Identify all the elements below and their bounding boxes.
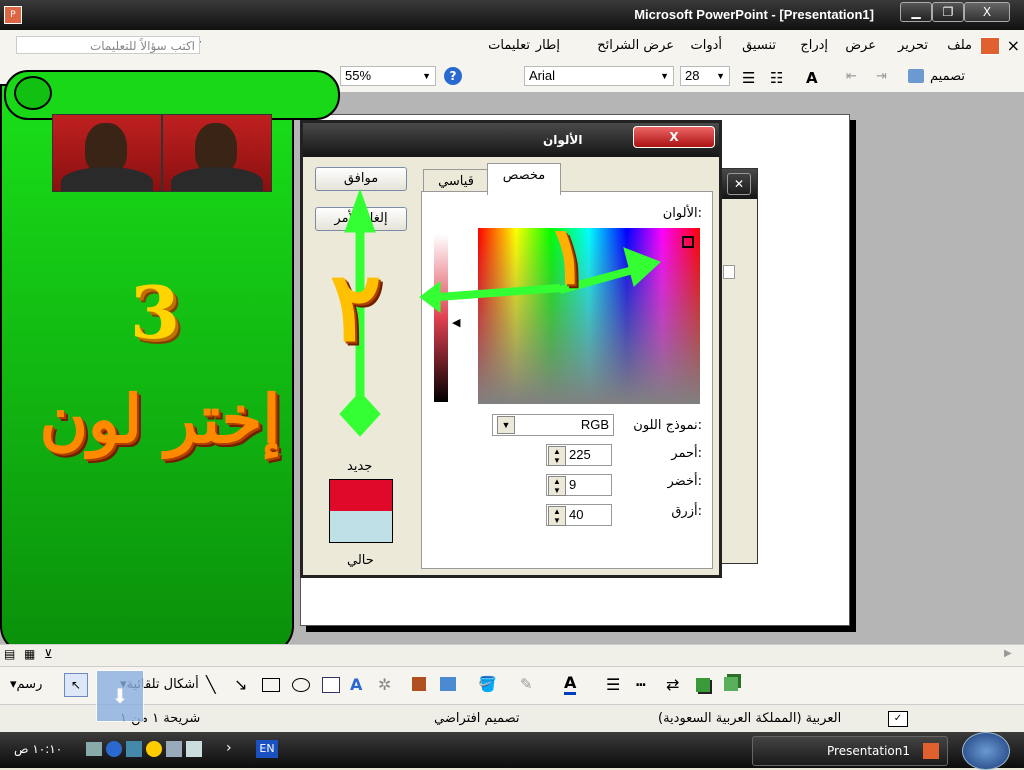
line-color-icon[interactable]: ✎	[520, 675, 533, 693]
show-hidden-icons[interactable]: ›	[226, 740, 232, 756]
line-style-icon[interactable]: ☰	[606, 675, 620, 694]
arrow-right-icon	[623, 247, 661, 287]
draw-menu-label: رسم	[16, 677, 43, 692]
wordart-tool-icon[interactable]: A	[350, 675, 362, 694]
textbox-tool-icon[interactable]	[322, 677, 340, 693]
clock[interactable]: ١٠:١٠ ص	[14, 742, 62, 756]
line-tool-icon[interactable]: ╲	[206, 675, 216, 694]
slide-sorter-icon[interactable]: ▦	[24, 647, 35, 661]
shadow-style-icon[interactable]	[696, 678, 710, 692]
download-arrow-icon: ⬇	[96, 670, 144, 722]
drawing-toolbar: ▾رسم ↖ ▾أشكال تلقائية ╲ ↘ A ✲ 🪣 ✎ A ☰ ┅ …	[0, 666, 1024, 705]
arrow-style-icon[interactable]: ⇄	[666, 675, 679, 694]
clipart-tool-icon[interactable]	[412, 677, 426, 691]
status-bar: شريحة ١ من ١ تصميم افتراضي العربية (المم…	[0, 704, 1024, 733]
diagram-tool-icon[interactable]: ✲	[378, 675, 391, 694]
powerpoint-icon	[923, 743, 939, 759]
dash-style-icon[interactable]: ┅	[636, 675, 646, 694]
arrow-shaft	[437, 284, 561, 301]
start-button-icon[interactable]	[962, 732, 1010, 770]
connection-icon[interactable]	[166, 741, 182, 757]
font-color-icon[interactable]: A	[564, 673, 577, 695]
select-cursor-icon[interactable]: ↖	[64, 673, 88, 697]
arrow-tool-icon[interactable]: ↘	[234, 675, 247, 694]
antivirus-icon[interactable]	[106, 741, 122, 757]
monitor-icon[interactable]	[126, 741, 142, 757]
network-icon[interactable]	[86, 742, 102, 756]
language-switch[interactable]: EN	[256, 740, 278, 758]
slideshow-view-icon[interactable]: ⊻	[44, 647, 53, 661]
taskbar-button-presentation[interactable]: Presentation1	[752, 736, 948, 766]
3d-style-icon[interactable]	[724, 677, 738, 691]
fill-color-icon[interactable]: 🪣	[478, 675, 497, 693]
tab-custom[interactable]: مخصص	[487, 163, 561, 195]
view-bar: ▤ ▦ ⊻ ▶	[0, 644, 1024, 667]
design-template: تصميم افتراضي	[434, 711, 520, 726]
oval-tool-icon[interactable]	[292, 678, 310, 692]
wireless-icon[interactable]	[186, 741, 202, 757]
marker-one: ١	[546, 208, 589, 302]
normal-view-icon[interactable]: ▤	[4, 647, 15, 661]
rectangle-tool-icon[interactable]	[262, 678, 280, 692]
draw-menu[interactable]: ▾رسم	[10, 677, 42, 692]
language-indicator: العربية (المملكة العربية السعودية)	[658, 711, 842, 726]
arrow-left-icon	[419, 281, 441, 313]
taskbar: ١٠:١٠ ص › EN Presentation1	[0, 732, 1024, 770]
arrow-diamond	[339, 391, 381, 437]
scroll-right-icon[interactable]: ▶	[1004, 648, 1012, 659]
taskbar-button-label: Presentation1	[827, 744, 910, 758]
marker-two: ٢	[330, 250, 382, 363]
messenger-icon[interactable]	[146, 741, 162, 757]
picture-tool-icon[interactable]	[440, 677, 456, 691]
arrow-up-icon	[344, 188, 376, 233]
spelling-icon[interactable]: ✓	[888, 711, 908, 727]
